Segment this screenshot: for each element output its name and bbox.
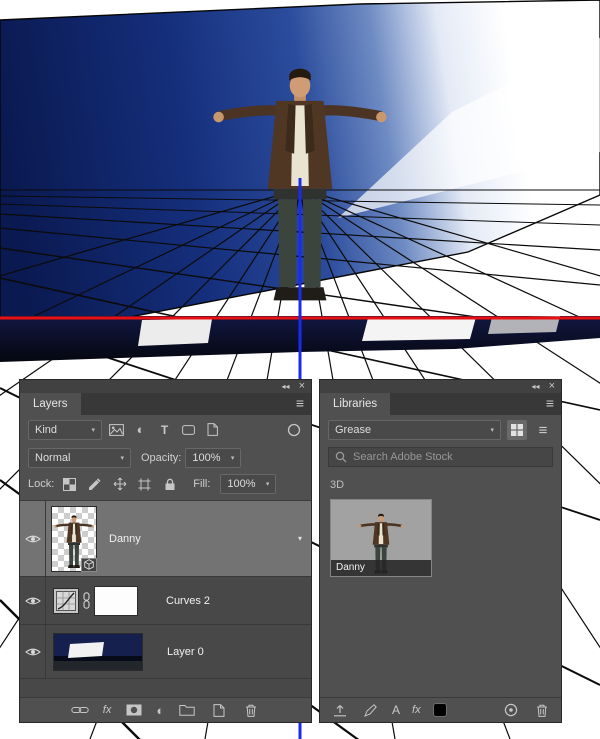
- opacity-label: Opacity:: [141, 451, 182, 464]
- blend-mode-dropdown[interactable]: Normal ▾: [28, 447, 131, 468]
- delete-layer-trash-icon[interactable]: [241, 701, 260, 720]
- list-view-icon[interactable]: ≡: [533, 420, 553, 440]
- library-search-box[interactable]: [328, 447, 553, 467]
- 3d-layer-badge-icon: [81, 557, 97, 572]
- layer-name: Danny: [109, 532, 141, 545]
- 3d-expand-chevron-icon[interactable]: ▾: [298, 534, 302, 543]
- fill-value: 100%: [227, 478, 256, 490]
- opacity-dropdown[interactable]: 100% ▾: [185, 447, 242, 468]
- filter-toggle-icon[interactable]: [284, 420, 303, 439]
- add-layer-style-icon[interactable]: fx: [412, 704, 421, 716]
- close-panel-icon[interactable]: ×: [299, 381, 305, 392]
- layer-list-empty-area[interactable]: [20, 679, 311, 697]
- new-group-folder-icon[interactable]: [177, 701, 196, 720]
- asset-name-label: Danny: [331, 560, 431, 576]
- tab-layers[interactable]: Layers: [20, 393, 81, 415]
- lock-all-padlock-icon[interactable]: [160, 475, 179, 494]
- library-asset-danny[interactable]: Danny: [330, 499, 432, 577]
- lock-artboard-icon[interactable]: [135, 475, 154, 494]
- libraries-tabbar: Libraries ≡: [320, 393, 561, 415]
- opacity-value: 100%: [192, 451, 221, 464]
- layer-filter-row: Kind ▾ ◐ T: [20, 415, 311, 444]
- layer-row-layer0[interactable]: Layer 0: [20, 625, 311, 679]
- chevron-down-icon: ▾: [91, 426, 95, 434]
- add-character-style-icon[interactable]: A: [392, 703, 400, 717]
- library-select-row: Grease ▾ ≡: [320, 415, 561, 445]
- add-color-swatch[interactable]: [432, 703, 447, 717]
- curves-adjustment-icon[interactable]: [53, 587, 79, 614]
- section-label-3d: 3D: [330, 479, 345, 491]
- filter-kind-dropdown[interactable]: Kind ▾: [28, 419, 102, 440]
- libraries-panel: ◂◂ × Libraries ≡ Grease ▾ ≡ 3D: [320, 380, 561, 722]
- libraries-footer: A fx: [320, 697, 561, 722]
- new-layer-icon[interactable]: [209, 701, 228, 720]
- library-select-dropdown[interactable]: Grease ▾: [328, 420, 501, 440]
- library-search-row: [320, 445, 561, 469]
- layer-row-danny[interactable]: Danny ▾: [20, 501, 311, 577]
- add-layer-mask-icon[interactable]: [124, 701, 143, 720]
- layer-list: Danny ▾ Curves 2 Layer 0: [20, 500, 311, 697]
- layer-name: Curves 2: [166, 594, 211, 607]
- filter-kind-label: Kind: [35, 423, 58, 436]
- collapse-panel-icon[interactable]: ◂◂: [532, 382, 540, 391]
- filter-adjustment-layers-icon[interactable]: ◐: [131, 420, 150, 439]
- layer-mask-thumbnail[interactable]: [94, 585, 138, 616]
- close-panel-icon[interactable]: ×: [549, 381, 555, 392]
- filter-pixel-layers-icon[interactable]: [107, 420, 126, 439]
- add-content-upload-icon[interactable]: [330, 701, 349, 720]
- blend-mode-value: Normal: [35, 451, 71, 464]
- lock-label: Lock:: [28, 478, 55, 490]
- libraries-panel-header: ◂◂ ×: [320, 380, 561, 393]
- collapse-panel-icon[interactable]: ◂◂: [282, 382, 290, 391]
- visibility-toggle[interactable]: [20, 577, 46, 624]
- lock-transparency-icon[interactable]: [60, 475, 79, 494]
- filter-type-layers-icon[interactable]: T: [155, 420, 174, 439]
- layers-footer: fx ◐: [20, 697, 311, 722]
- sync-status-icon[interactable]: [501, 701, 520, 720]
- eye-icon: [24, 535, 41, 542]
- chevron-down-icon: ▾: [120, 454, 124, 462]
- lock-row: Lock: Fill: 100% ▾: [20, 471, 311, 497]
- layers-tabbar: Layers ≡: [20, 393, 311, 415]
- layer-thumbnail-layer0[interactable]: [53, 632, 143, 671]
- add-adjustment-layer-icon[interactable]: ◐: [156, 704, 164, 717]
- library-empty-area: [320, 577, 561, 697]
- panel-menu-icon[interactable]: ≡: [546, 395, 554, 411]
- fill-label: Fill:: [193, 478, 211, 490]
- layer-thumbnail-danny[interactable]: [51, 505, 97, 572]
- panel-menu-icon[interactable]: ≡: [296, 395, 304, 411]
- add-layer-style-icon[interactable]: fx: [103, 704, 112, 716]
- mask-link-icon[interactable]: [82, 592, 91, 609]
- search-icon: [335, 451, 347, 463]
- lock-position-move-icon[interactable]: [110, 475, 129, 494]
- layer-row-curves[interactable]: Curves 2: [20, 577, 311, 625]
- chevron-down-icon: ▾: [265, 481, 270, 488]
- fill-dropdown[interactable]: 100% ▾: [220, 474, 277, 494]
- add-graphic-pen-icon[interactable]: [361, 701, 380, 720]
- visibility-toggle[interactable]: [20, 501, 46, 576]
- chevron-down-icon: ▾: [490, 427, 494, 434]
- filter-smart-objects-icon[interactable]: [203, 420, 222, 439]
- chevron-down-icon: ▾: [230, 454, 235, 462]
- link-layers-icon[interactable]: [71, 701, 90, 720]
- layers-panel: ◂◂ × Layers ≡ Kind ▾ ◐ T Normal ▾ Opacit…: [20, 380, 311, 722]
- eye-icon: [24, 648, 41, 655]
- library-search-input[interactable]: [353, 451, 546, 463]
- visibility-toggle[interactable]: [20, 625, 46, 678]
- layer-name: Layer 0: [167, 645, 204, 658]
- tab-libraries[interactable]: Libraries: [320, 393, 391, 415]
- blend-row: Normal ▾ Opacity: 100% ▾: [20, 444, 311, 471]
- filter-shape-layers-icon[interactable]: [179, 420, 198, 439]
- library-name-value: Grease: [335, 424, 372, 436]
- layers-panel-header: ◂◂ ×: [20, 380, 311, 393]
- grid-view-icon[interactable]: [507, 420, 527, 440]
- delete-asset-trash-icon[interactable]: [532, 701, 551, 720]
- lock-pixels-brush-icon[interactable]: [85, 475, 104, 494]
- eye-icon: [24, 597, 41, 604]
